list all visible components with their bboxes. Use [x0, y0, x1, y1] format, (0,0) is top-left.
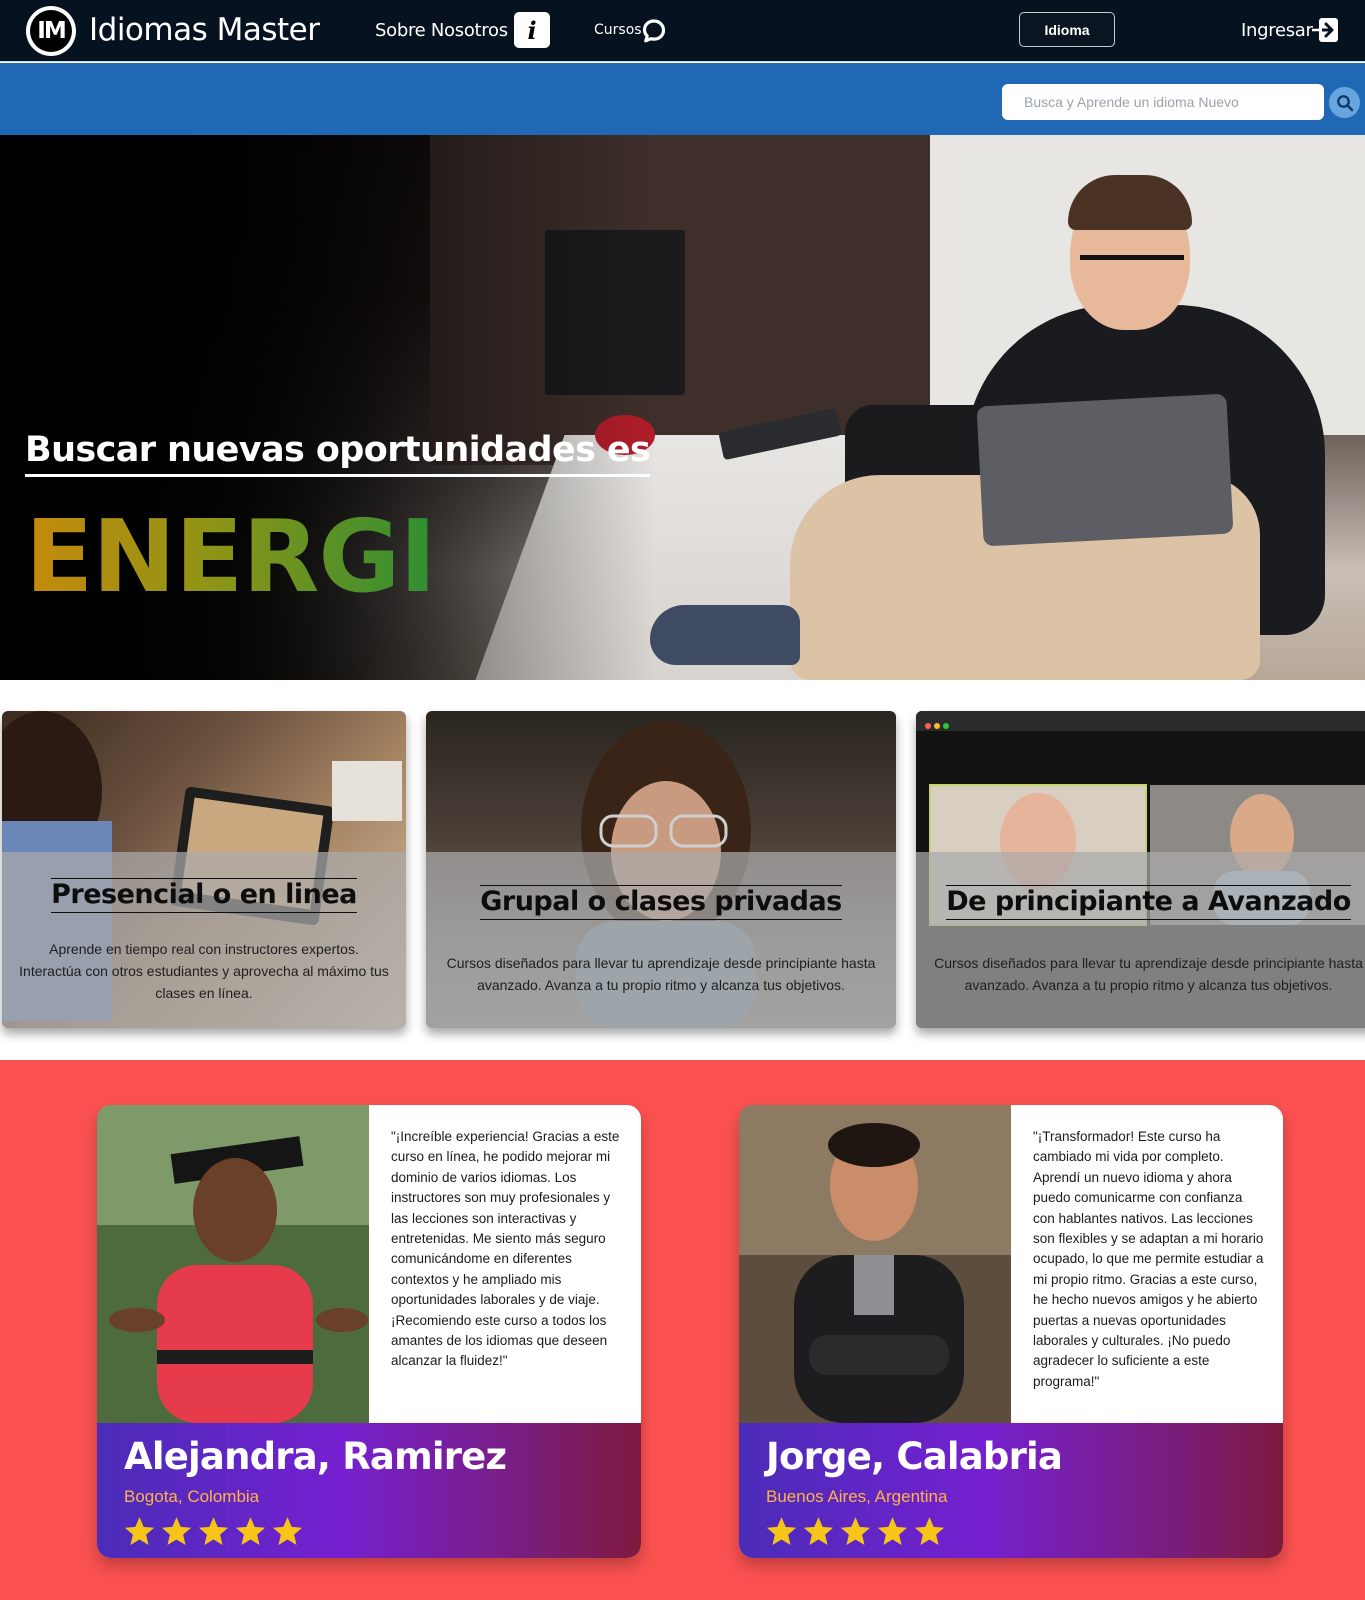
star-icon [124, 1517, 155, 1545]
testimonial-avatar-photo [739, 1105, 1011, 1423]
card-title-text: Presencial o en linea [51, 878, 357, 913]
testimonial-city: Buenos Aires, Argentina [766, 1487, 948, 1506]
young-man-photo [739, 1105, 1011, 1423]
language-button[interactable]: Idioma [1019, 12, 1115, 47]
star-icon [272, 1517, 303, 1545]
card-title: De principiante a Avanzado [916, 885, 1365, 920]
feature-card-levels[interactable]: De principiante a Avanzado Cursos diseña… [916, 711, 1365, 1028]
testimonial-avatar-photo [97, 1105, 369, 1423]
testimonial-quote: "¡Transformador! Este curso ha cambiado … [1033, 1129, 1264, 1389]
rating-stars [765, 1515, 946, 1548]
feature-card-online[interactable]: Presencial o en linea Aprende en tiempo … [2, 711, 406, 1028]
login-link[interactable]: Ingresar [1241, 20, 1313, 41]
star-icon [161, 1517, 192, 1545]
search-button[interactable] [1329, 87, 1360, 118]
testimonial-quote: "¡Increíble experiencia! Gracias a este … [391, 1129, 620, 1369]
logo[interactable]: IM [26, 6, 76, 56]
testimonial-card: "¡Transformador! Este curso ha cambiado … [739, 1105, 1283, 1558]
nav-link-about[interactable]: Sobre Nosotros [375, 20, 508, 41]
star-icon [803, 1517, 834, 1545]
logo-mark: IM [30, 10, 72, 52]
rating-stars [123, 1515, 304, 1548]
nav-link-courses[interactable]: Cursos [594, 22, 642, 38]
chat-bubble-icon[interactable] [642, 19, 666, 43]
card-title-text: Grupal o clases privadas [480, 885, 842, 920]
card-title-text: De principiante a Avanzado [946, 885, 1351, 920]
star-icon [766, 1517, 797, 1545]
card-overlay [426, 852, 896, 1028]
card-title: Presencial o en linea [2, 878, 406, 913]
hero-animated-word: ENERGI [25, 498, 437, 615]
card-description: Cursos diseñados para llevar tu aprendiz… [446, 955, 876, 993]
star-icon [914, 1517, 945, 1545]
hero-title: Buscar nuevas oportunidades es [25, 430, 651, 477]
testimonial-city: Bogota, Colombia [124, 1487, 260, 1506]
testimonial-card: "¡Increíble experiencia! Gracias a este … [97, 1105, 641, 1558]
card-description: Aprende en tiempo real con instructores … [19, 941, 389, 1001]
brand-name[interactable]: Idiomas Master [89, 12, 320, 48]
search-input[interactable] [1002, 84, 1324, 120]
testimonial-name: Alejandra, Ramirez [124, 1435, 507, 1478]
testimonial-name: Jorge, Calabria [766, 1435, 1063, 1478]
graduate-photo [97, 1105, 369, 1423]
star-icon [198, 1517, 229, 1545]
hero-banner: Buscar nuevas oportunidades es ENERGI [0, 135, 1365, 680]
login-arrow-icon[interactable] [1311, 17, 1339, 43]
star-icon [840, 1517, 871, 1545]
info-icon[interactable]: i [514, 12, 550, 48]
feature-card-group[interactable]: Grupal o clases privadas Cursos diseñado… [426, 711, 896, 1028]
card-title: Grupal o clases privadas [426, 885, 896, 920]
star-icon [877, 1517, 908, 1545]
card-description: Cursos diseñados para llevar tu aprendiz… [934, 955, 1363, 993]
search-icon [1336, 94, 1353, 111]
top-navbar: IM Idiomas Master Sobre Nosotros i Curso… [0, 0, 1365, 62]
star-icon [235, 1517, 266, 1545]
card-overlay [916, 852, 1365, 1028]
